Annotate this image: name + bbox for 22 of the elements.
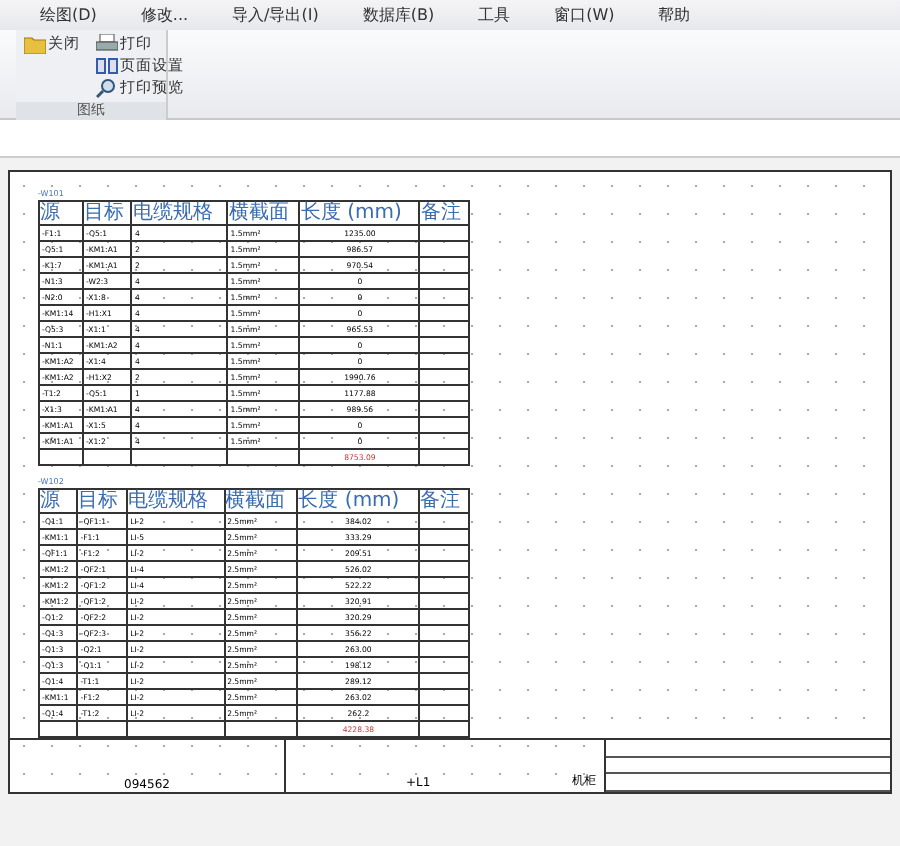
column-header: 源 [39, 489, 78, 513]
printer-icon [96, 34, 118, 54]
column-header: 长度 (mm) [299, 201, 420, 225]
column-header: 备注 [419, 489, 469, 513]
menu-item[interactable]: 帮助 [658, 4, 691, 26]
magnifier-icon [96, 78, 118, 98]
column-header: 电缆规格 [131, 201, 228, 225]
menu-item[interactable]: 窗口(W) [554, 4, 615, 26]
book-icon [96, 56, 118, 76]
column-header: 源 [39, 201, 83, 225]
folder-icon [24, 35, 46, 53]
menu-item[interactable]: 修改... [140, 4, 189, 26]
menu-item[interactable]: 工具 [478, 4, 511, 26]
menu-item[interactable]: 导入/导出(I) [232, 4, 319, 26]
menu-item[interactable]: 数据库(B) [362, 4, 435, 26]
column-header: 目标 [82, 201, 132, 225]
column-header: 备注 [419, 201, 469, 225]
column-header: 电缆规格 [127, 489, 225, 513]
column-header: 目标 [77, 489, 128, 513]
column-header: 横截面 [227, 201, 300, 225]
menu-item[interactable]: 绘图(D) [40, 4, 97, 26]
column-header: 长度 (mm) [297, 489, 420, 513]
